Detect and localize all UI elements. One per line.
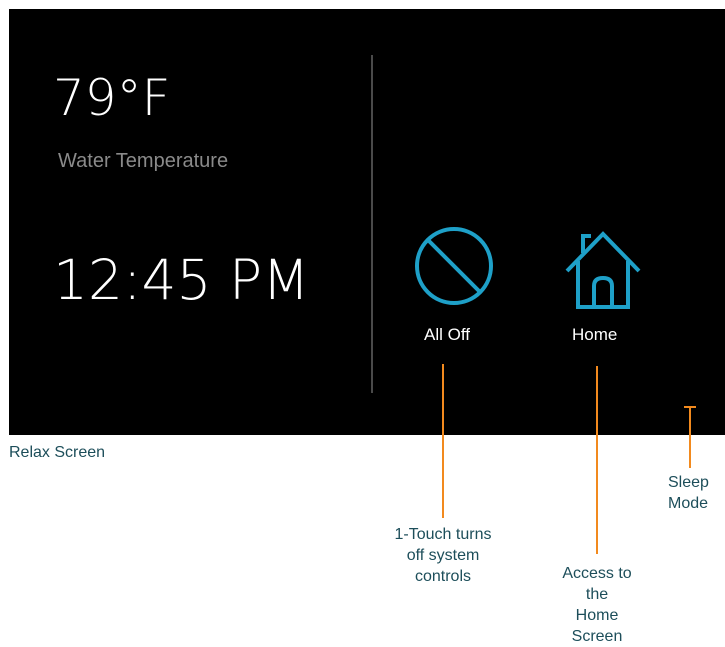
house-icon [563,221,643,313]
callout-line-all-off [442,364,444,518]
home-button[interactable]: Home [557,221,643,351]
vertical-divider [371,55,373,393]
all-off-label: All Off [424,325,470,344]
callout-sleep: Sleep Mode [668,474,709,512]
relax-screen: 79°F Water Temperature 12:45 PM All Off … [9,9,725,435]
moon-icon [668,359,708,395]
sleep-mode-button[interactable] [668,359,708,399]
callout-tick-sleep [684,406,696,408]
home-label: Home [572,325,618,344]
no-symbol-icon [413,225,495,307]
callout-line-sleep [689,408,691,468]
callout-home: Access to the Home Screen [562,565,632,645]
all-off-button[interactable]: All Off [409,221,505,351]
clock-time: 12:45 PM [53,248,310,312]
water-temperature-label: Water Temperature [58,150,229,172]
water-temperature-value: 79°F [53,69,171,127]
callout-all-off: 1-Touch turns off system controls [394,526,492,585]
callout-line-home [596,366,598,554]
figure-caption: Relax Screen [9,444,106,461]
